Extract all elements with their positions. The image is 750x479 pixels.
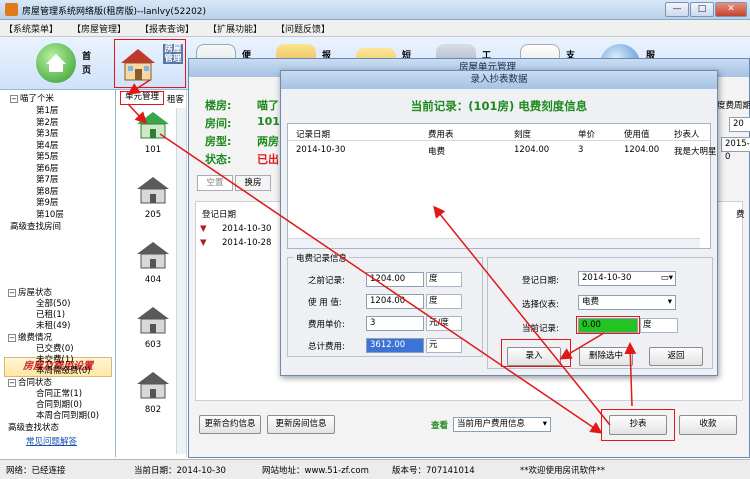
arrow-to-current-record <box>624 342 637 407</box>
arrow-to-unit-tab <box>127 79 151 95</box>
status-date: 当前日期：2014-10-30 <box>134 466 226 476</box>
arrow-to-room <box>127 103 148 125</box>
status-site: 网站地址：www.51-zf.com <box>262 466 369 476</box>
status-network: 网络：已经连接 <box>6 466 66 476</box>
arrow-to-enter <box>559 332 605 360</box>
status-bar: 网络：已经连接 当前日期：2014-10-30 网站地址：www.51-zf.c… <box>0 459 750 479</box>
status-version: 版本号：707141014 <box>392 466 475 476</box>
arrow-to-meter-button <box>159 133 603 434</box>
annotation-arrows <box>127 79 637 434</box>
arrow-to-dialog <box>433 205 611 426</box>
status-welcome: **欢迎使用房讯软件** <box>520 466 606 476</box>
